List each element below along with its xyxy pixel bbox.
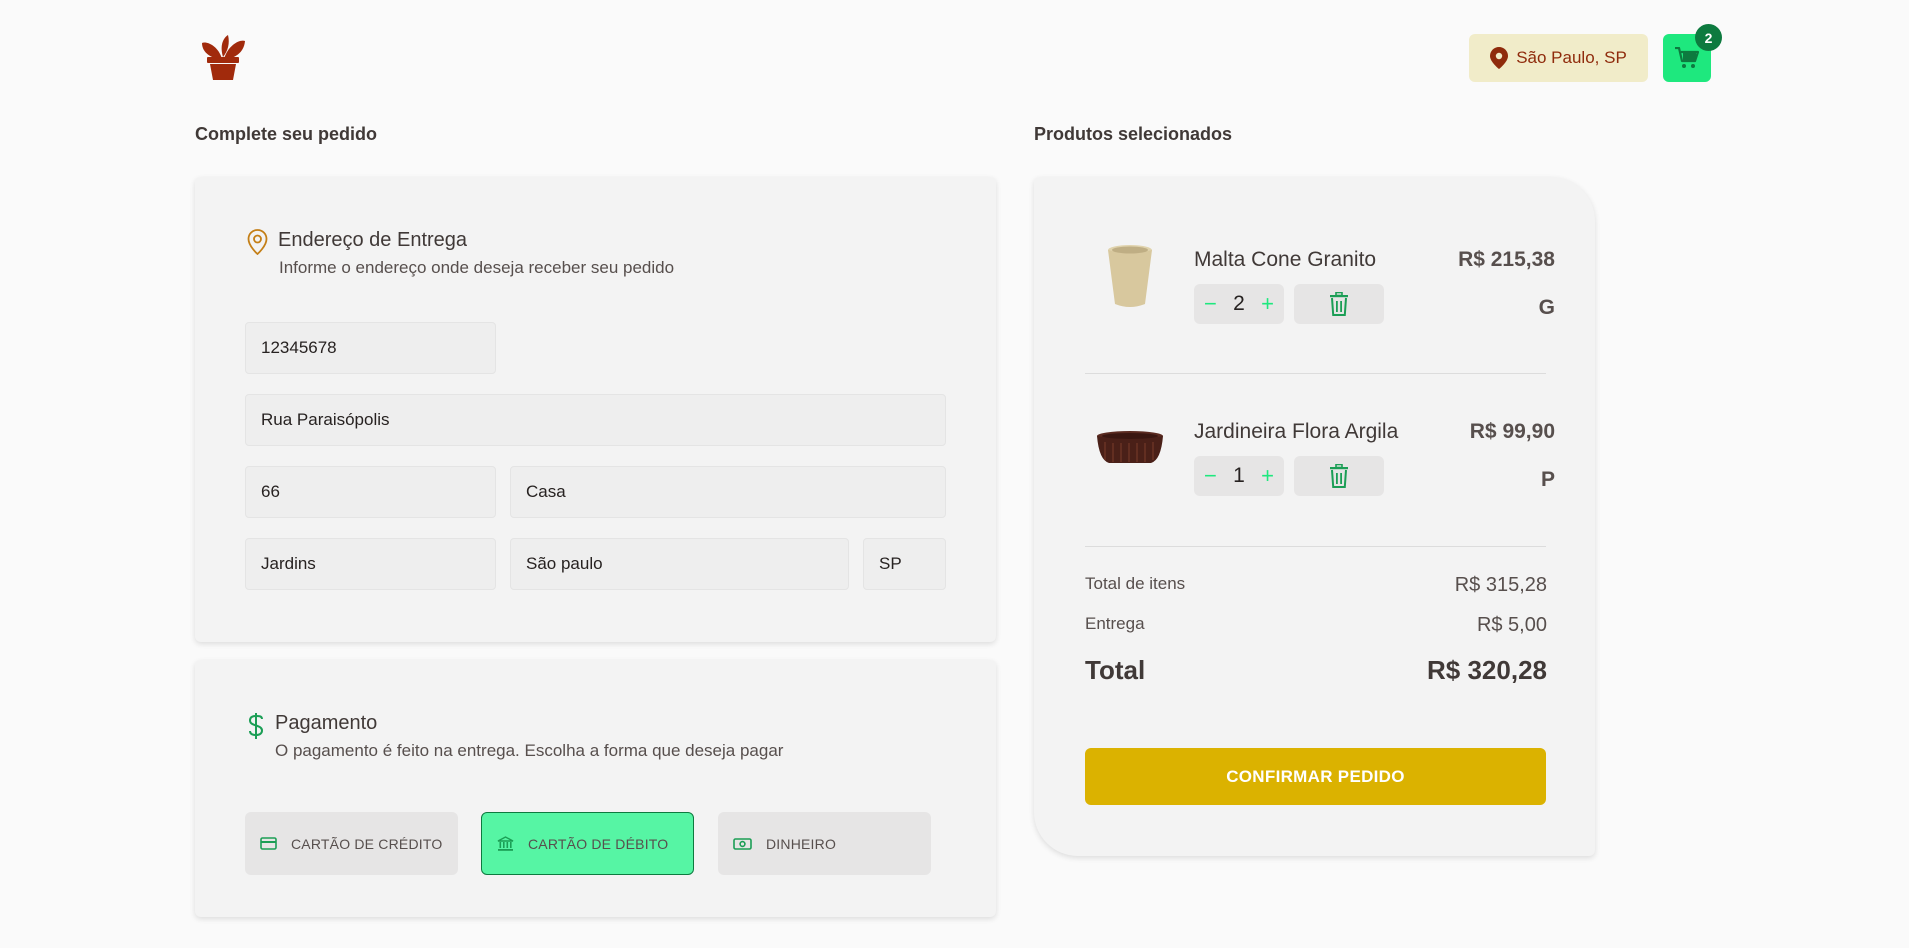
- remove-button[interactable]: [1294, 456, 1384, 496]
- dollar-sign-icon: [248, 713, 264, 739]
- address-subtitle: Informe o endereço onde deseja receber s…: [279, 258, 675, 277]
- product-name: Malta Cone Granito: [1194, 248, 1377, 271]
- items-total-label: Total de itens: [1085, 574, 1186, 593]
- cart-count-badge: 2: [1695, 24, 1722, 51]
- product-size: P: [1540, 468, 1555, 491]
- payment-cash-option[interactable]: DINHEIRO: [718, 812, 931, 875]
- items-total-value: R$ 315,28: [1454, 574, 1547, 596]
- payment-credit-card-label: CARTÃO DE CRÉDITO: [291, 835, 443, 852]
- trash-icon: [1330, 292, 1348, 316]
- uf-input[interactable]: SP: [863, 538, 946, 590]
- total-label: Total: [1085, 655, 1146, 685]
- address-card: Endereço de Entrega Informe o endereço o…: [195, 177, 996, 642]
- minus-icon[interactable]: −: [1204, 465, 1217, 487]
- total-value: R$ 320,28: [1427, 655, 1547, 685]
- payment-card: Pagamento O pagamento é feito na entrega…: [195, 660, 996, 917]
- minus-icon[interactable]: −: [1204, 293, 1217, 315]
- location-label: São Paulo, SP: [1516, 48, 1627, 67]
- product-image[interactable]: [1105, 244, 1155, 310]
- plant-pot-logo-icon[interactable]: [200, 33, 246, 81]
- neighborhood-input[interactable]: Jardins: [245, 538, 496, 590]
- payment-cash-label: DINHEIRO: [766, 835, 837, 852]
- cart-title: Produtos selecionados: [1034, 124, 1233, 144]
- quantity-value: 1: [1233, 464, 1245, 487]
- delivery-label: Entrega: [1085, 614, 1145, 633]
- map-pin-icon: [1490, 47, 1509, 69]
- location-badge[interactable]: São Paulo, SP: [1469, 34, 1648, 82]
- bank-icon: [497, 835, 514, 851]
- plus-icon[interactable]: +: [1261, 293, 1274, 315]
- map-pin-outline-icon: [247, 229, 268, 255]
- confirm-order-button[interactable]: CONFIRMAR PEDIDO: [1085, 748, 1546, 805]
- address-title: Endereço de Entrega: [278, 229, 468, 251]
- product-price: R$ 215,38: [1458, 248, 1555, 271]
- payment-credit-card-option[interactable]: CARTÃO DE CRÉDITO: [245, 812, 458, 875]
- credit-card-icon: [260, 837, 277, 850]
- product-price: R$ 99,90: [1469, 420, 1555, 443]
- quantity-value: 2: [1233, 292, 1245, 315]
- payment-debit-card-option[interactable]: CARTÃO DE DÉBITO: [481, 812, 694, 875]
- product-size: G: [1538, 296, 1555, 319]
- trash-icon: [1330, 464, 1348, 488]
- complement-input[interactable]: Casa: [510, 466, 946, 518]
- cep-input[interactable]: 12345678: [245, 322, 496, 374]
- product-image[interactable]: [1095, 430, 1165, 466]
- divider: [1085, 546, 1546, 547]
- street-input[interactable]: Rua Paraisópolis: [245, 394, 946, 446]
- city-input[interactable]: São paulo: [510, 538, 849, 590]
- money-icon: [733, 837, 752, 850]
- product-name: Jardineira Flora Argila: [1194, 420, 1399, 443]
- quantity-stepper[interactable]: − 2 +: [1194, 284, 1284, 324]
- checkout-title: Complete seu pedido: [195, 124, 378, 144]
- divider: [1085, 373, 1546, 374]
- delivery-value: R$ 5,00: [1476, 614, 1547, 636]
- shopping-cart-icon: [1675, 47, 1699, 68]
- payment-debit-card-label: CARTÃO DE DÉBITO: [528, 835, 669, 852]
- remove-button[interactable]: [1294, 284, 1384, 324]
- quantity-stepper[interactable]: − 1 +: [1194, 456, 1284, 496]
- payment-title: Pagamento: [275, 712, 378, 734]
- plus-icon[interactable]: +: [1261, 465, 1274, 487]
- payment-subtitle: O pagamento é feito na entrega. Escolha …: [275, 741, 784, 760]
- number-input[interactable]: 66: [245, 466, 496, 518]
